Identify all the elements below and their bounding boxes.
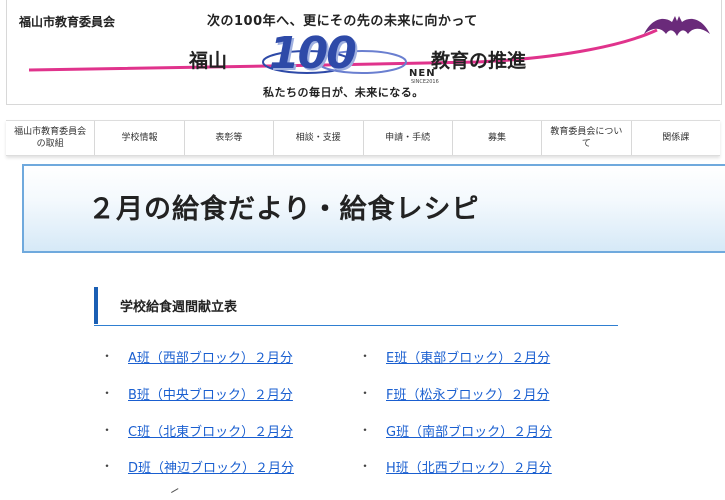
site-name[interactable]: 福山市教育委員会 bbox=[19, 13, 115, 30]
list-bullet: ・ bbox=[101, 386, 114, 400]
section-title: 学校給食週間献立表 bbox=[120, 300, 238, 315]
section-heading-accent-bar bbox=[94, 287, 98, 324]
list-bullet: ・ bbox=[359, 459, 372, 473]
page-title-box: ２月の給食だより・給食レシピ bbox=[22, 164, 725, 253]
list-bullet: ・ bbox=[359, 386, 372, 400]
link-c-group[interactable]: C班（北東ブロック）２月分 bbox=[128, 425, 293, 440]
nav-item-applications[interactable]: 申請・手続 bbox=[364, 121, 453, 155]
link-f-group[interactable]: F班（松永ブロック）２月分 bbox=[386, 388, 549, 403]
nav-item-initiatives[interactable]: 福山市教育委員会の取組 bbox=[6, 121, 96, 155]
link-e-group[interactable]: E班（東部ブロック）２月分 bbox=[386, 351, 550, 366]
bat-logo-icon bbox=[644, 16, 710, 36]
banner-100-logo-text: 100 bbox=[269, 28, 357, 79]
banner-nen-text: NEN bbox=[409, 68, 436, 79]
partial-content-mark bbox=[171, 488, 179, 494]
banner-tagline-top: 次の100年へ、更にその先の未来に向かって bbox=[207, 14, 478, 29]
nav-item-school-info[interactable]: 学校情報 bbox=[95, 121, 185, 155]
nav-item-awards[interactable]: 表彰等 bbox=[185, 121, 275, 155]
list-bullet: ・ bbox=[359, 349, 372, 363]
banner-tagline-education: 教育の推進 bbox=[431, 50, 527, 72]
nav-item-related-sections[interactable]: 関係課 bbox=[632, 121, 720, 155]
site-header-banner[interactable]: 福山市教育委員会 次の100年へ、更にその先の未来に向かって 福山 100 教育… bbox=[6, 0, 722, 105]
link-a-group[interactable]: A班（西部ブロック）２月分 bbox=[128, 351, 293, 366]
nav-item-consultation[interactable]: 相談・支援 bbox=[274, 121, 364, 155]
global-nav: 福山市教育委員会の取組 学校情報 表彰等 相談・支援 申請・手続 募集 教育委員… bbox=[6, 120, 720, 156]
link-h-group[interactable]: H班（北西ブロック）２月分 bbox=[386, 461, 552, 476]
list-bullet: ・ bbox=[101, 459, 114, 473]
banner-tagline-bottom: 私たちの毎日が、未来になる。 bbox=[263, 86, 424, 99]
link-d-group[interactable]: D班（神辺ブロック）２月分 bbox=[128, 461, 294, 476]
link-b-group[interactable]: B班（中央ブロック）２月分 bbox=[128, 388, 293, 403]
link-g-group[interactable]: G班（南部ブロック）２月分 bbox=[386, 425, 552, 440]
nav-item-recruitment[interactable]: 募集 bbox=[453, 121, 543, 155]
nav-item-about-board[interactable]: 教育委員会について bbox=[542, 121, 632, 155]
page-title: ２月の給食だより・給食レシピ bbox=[88, 194, 480, 225]
list-bullet: ・ bbox=[101, 349, 114, 363]
list-bullet: ・ bbox=[101, 423, 114, 437]
list-bullet: ・ bbox=[359, 423, 372, 437]
banner-tagline-fukuyama: 福山 bbox=[189, 50, 228, 72]
section-heading: 学校給食週間献立表 bbox=[94, 287, 618, 326]
